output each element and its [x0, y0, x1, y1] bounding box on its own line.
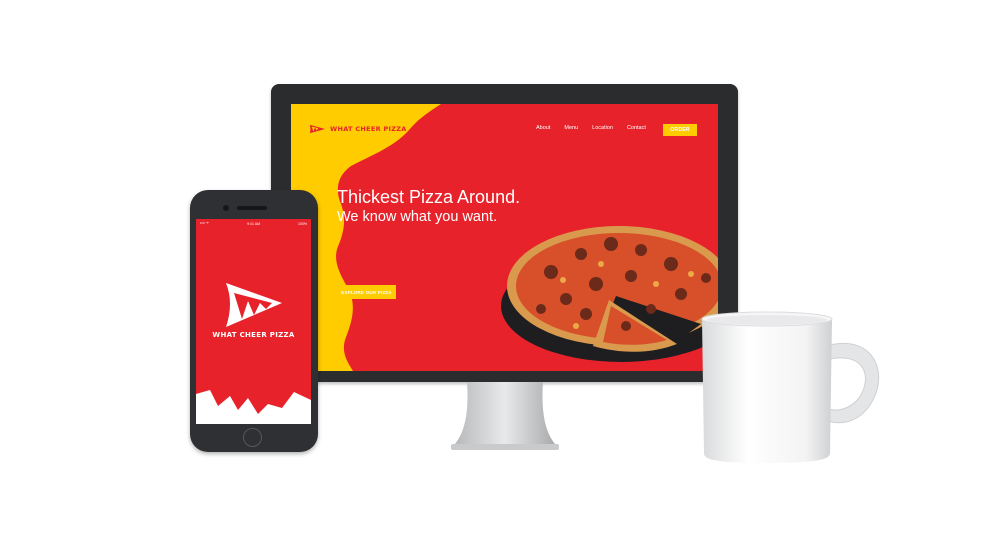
- status-battery: 100%: [298, 221, 307, 226]
- phone-app-screen: •••• ᯤ 9:41 AM 100% WHAT CHEER PIZZA: [196, 219, 311, 424]
- pizza-image: [501, 226, 718, 362]
- signal-icon: •••• ᯤ: [200, 221, 210, 225]
- home-button-icon[interactable]: [243, 428, 262, 447]
- site-logo[interactable]: WHAT CHEER PIZZA: [309, 124, 407, 134]
- white-wave-decoration: [196, 390, 311, 424]
- nav-location[interactable]: Location: [592, 125, 613, 131]
- phone-brand-name: WHAT CHEER PIZZA: [212, 331, 295, 339]
- pizza-slice-logo-icon: [310, 124, 325, 134]
- hero-title: Thickest Pizza Around.: [337, 187, 521, 207]
- desktop-website-screen: WHAT CHEER PIZZA About Menu Location Con…: [291, 104, 718, 371]
- coffee-mug-image: [701, 311, 880, 463]
- pizza-slice-logo-icon: [226, 283, 282, 327]
- status-time: 9:41 AM: [247, 221, 260, 226]
- hero-subtitle: We know what you want.: [337, 209, 498, 225]
- nav-contact[interactable]: Contact: [627, 125, 646, 131]
- imac-stand: [451, 382, 559, 450]
- phone-speaker: [237, 206, 267, 210]
- site-nav: About Menu Location Contact: [536, 125, 646, 131]
- phone-camera: [223, 205, 229, 211]
- nav-menu[interactable]: Menu: [564, 125, 578, 131]
- status-bar: •••• ᯤ 9:41 AM 100%: [196, 219, 311, 228]
- explore-pizza-button[interactable]: EXPLORE OUR PIZZA: [337, 285, 396, 299]
- site-brand-name: WHAT CHEER PIZZA: [330, 125, 407, 133]
- order-button[interactable]: ORDER: [663, 124, 697, 136]
- nav-about[interactable]: About: [536, 125, 550, 131]
